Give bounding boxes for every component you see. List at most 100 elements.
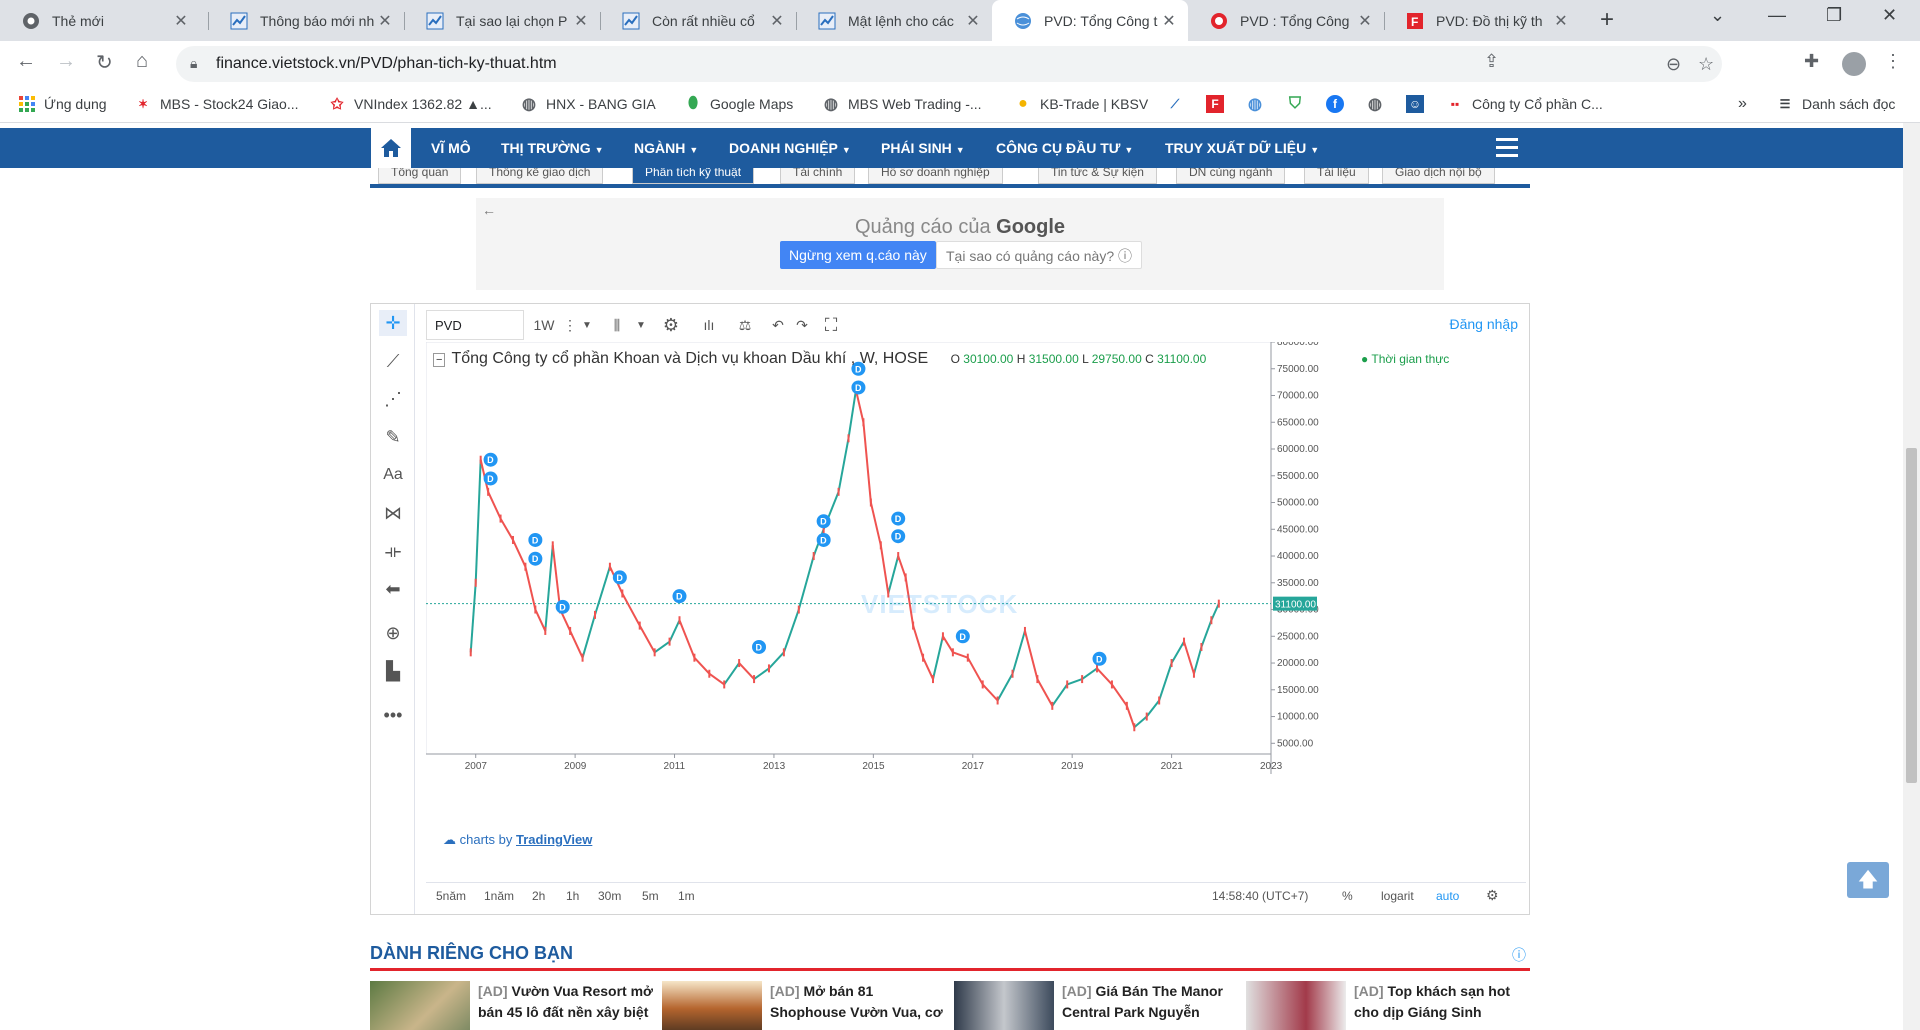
range-1h[interactable]: 1h [566,889,579,903]
symbol-input[interactable]: PVD [426,310,524,340]
interval-more-icon[interactable]: ⋮ [562,310,578,340]
more-tools-icon[interactable]: ••• [379,702,407,728]
forward-arrow-icon[interactable]: → [56,50,76,73]
auto-toggle[interactable]: auto [1436,889,1459,903]
brush-icon[interactable]: ✎ [379,424,407,450]
login-link[interactable]: Đăng nhập [1449,316,1518,332]
bookmark-star-icon[interactable]: ☆ [1698,54,1714,75]
nav-item-vi-mo[interactable]: VĨ MÔ [431,140,471,156]
ad-choices-icon[interactable]: ⓘ [1512,945,1526,965]
bookmark-icon-only[interactable]: F [1206,95,1232,113]
nav-item-cong-cu-dau-tu[interactable]: CÔNG CỤ ĐẦU TƯ ▼ [996,140,1133,156]
redo-icon[interactable]: ↷ [790,310,814,340]
collapse-legend-icon[interactable]: − [433,353,446,367]
tab-search-chevron-icon[interactable]: ⌄ [1710,5,1725,26]
ruler-icon[interactable]: ▙ [379,658,407,684]
extensions-puzzle-icon[interactable]: ✚ [1804,51,1819,72]
range-2h[interactable]: 2h [532,889,545,903]
menu-dots-icon[interactable]: ⋮ [1884,51,1902,72]
close-tab-icon[interactable]: ✕ [964,11,982,31]
nav-item-truy-xuat-du-lieu[interactable]: TRUY XUẤT DỮ LIỆU ▼ [1165,140,1319,156]
subtab-tai-chinh[interactable]: Tài chính [780,168,856,184]
arrow-left-icon[interactable]: ⬅ [379,576,407,602]
fib-tool-icon[interactable]: ⋰ [379,386,407,412]
range-1-year[interactable]: 1năm [484,889,514,903]
range-1m[interactable]: 1m [678,889,695,903]
subtab-dn-cung-nganh[interactable]: DN cùng ngành [1176,168,1286,184]
range-5-years[interactable]: 5năm [436,889,466,903]
subtab-tong-quan[interactable]: Tổng quan [378,168,462,184]
share-icon[interactable]: ⇪ [1484,51,1499,72]
pattern-tool-icon[interactable]: ⋈ [379,500,407,526]
bookmark-item[interactable]: ◍ MBS Web Trading -... [822,95,982,113]
lock-icon[interactable]: 🔒︎ [190,55,197,72]
subtab-thong-ke[interactable]: Thống kê giao dịch [476,168,604,184]
compare-scale-icon[interactable]: ⚖ [730,310,760,340]
subtab-ho-so[interactable]: Hồ sơ doanh nghiệp [868,168,1003,184]
measure-icon[interactable]: ⟛ [379,538,407,564]
reading-list[interactable]: ☰ Danh sách đọc [1776,95,1896,113]
page-scrollbar[interactable] [1903,123,1920,1030]
bookmark-item[interactable]: ✩ VNIndex 1362.82 ▲... [328,95,492,113]
log-toggle[interactable]: logarit [1381,889,1414,903]
undo-icon[interactable]: ↶ [766,310,790,340]
minimize-icon[interactable]: — [1768,5,1786,26]
nav-item-doanh-nghiep[interactable]: DOANH NGHIỆP ▼ [729,140,851,156]
scroll-to-top-button[interactable]: 🡅 [1847,862,1889,898]
range-30m[interactable]: 30m [598,889,621,903]
close-tab-icon[interactable]: ✕ [572,11,590,31]
home-icon[interactable] [371,128,411,168]
percent-toggle[interactable]: % [1342,889,1353,903]
style-dropdown-icon[interactable]: ▼ [632,310,650,340]
subtab-tai-lieu[interactable]: Tài liệu [1304,168,1369,184]
bookmark-item[interactable]: ▪▪ Công ty Cổ phần C... [1446,95,1603,113]
zoom-icon[interactable]: ⊖ [1666,54,1681,75]
close-tab-icon[interactable]: ✕ [1356,11,1374,31]
browser-tab[interactable]: F PVD: Đồ thị kỹ th ✕ [1384,0,1580,41]
scale-settings-gear-icon[interactable]: ⚙ [1486,887,1499,904]
crosshair-icon[interactable]: ✛ [379,310,407,336]
trend-line-icon[interactable]: ⟋ [379,348,407,374]
more-bookmarks-chevron[interactable]: » [1738,95,1747,113]
close-tab-icon[interactable]: ✕ [1552,11,1570,31]
bookmark-icon-only[interactable]: ☺ [1406,95,1432,113]
new-tab-icon[interactable]: + [1600,6,1614,34]
browser-tab-active[interactable]: PVD: Tổng Công t ✕ [992,0,1188,41]
browser-tab[interactable]: Thông báo mới nh ✕ [208,0,404,41]
tradingview-branding[interactable]: ☁ charts by TradingView [443,832,592,848]
close-tab-icon[interactable]: ✕ [376,11,394,31]
text-tool-icon[interactable]: Aa [379,462,407,488]
hamburger-menu-icon[interactable] [1496,138,1518,162]
close-tab-icon[interactable]: ✕ [768,11,786,31]
bookmark-item[interactable]: ● KB-Trade | KBSV [1014,95,1148,113]
bookmark-apps[interactable]: Ứng dụng [18,95,107,113]
browser-tab[interactable]: PVD : Tổng Công ✕ [1188,0,1384,41]
scrollbar-thumb[interactable] [1906,448,1917,783]
promo-card[interactable]: [AD] Mở bán 81 Shophouse Vườn Vua, cơ [662,981,947,1030]
interval-button[interactable]: 1W [528,310,560,340]
close-tab-icon[interactable]: ✕ [1160,11,1178,31]
promo-card[interactable]: [AD] Vườn Vua Resort mở bán 45 lô đất nề… [370,981,655,1030]
bookmark-item[interactable]: ✶ MBS - Stock24 Giao... [134,95,299,113]
close-tab-icon[interactable]: ✕ [172,11,190,31]
settings-gear-icon[interactable]: ⚙ [656,310,686,340]
bookmark-icon-only[interactable]: ◍ [1246,95,1272,113]
promo-card[interactable]: [AD] Giá Bán The Manor Central Park Nguy… [954,981,1239,1030]
bookmark-icon-only[interactable]: ◍ [1366,95,1392,113]
promo-card[interactable]: [AD] Top khách sạn hot cho dịp Giáng Sin… [1246,981,1531,1030]
close-window-icon[interactable]: ✕ [1882,5,1897,26]
subtab-tin-tuc[interactable]: Tin tức & Sự kiện [1038,168,1157,184]
nav-item-nganh[interactable]: NGÀNH ▼ [634,140,698,156]
browser-tab[interactable]: Thẻ mới ✕ [0,0,200,41]
fullscreen-icon[interactable]: ⛶ [816,310,846,340]
indicators-icon[interactable]: ılı [694,310,724,340]
bookmark-icon-only[interactable]: ⛉ [1286,95,1312,113]
bookmark-icon-only[interactable]: ⟋ [1166,95,1192,113]
browser-tab[interactable]: Mật lệnh cho các ✕ [796,0,992,41]
nav-item-thi-truong[interactable]: THỊ TRƯỜNG ▼ [501,140,604,156]
browser-tab[interactable]: Tại sao lại chọn P ✕ [404,0,600,41]
subtab-phan-tich-ky-thuat[interactable]: Phân tích kỹ thuật [632,168,755,184]
stop-ad-button[interactable]: Ngừng xem q.cáo này [780,241,936,269]
reload-icon[interactable]: ↻ [96,50,113,75]
subtab-giao-dich-noi-bo[interactable]: Giao dịch nội bộ [1382,168,1495,184]
